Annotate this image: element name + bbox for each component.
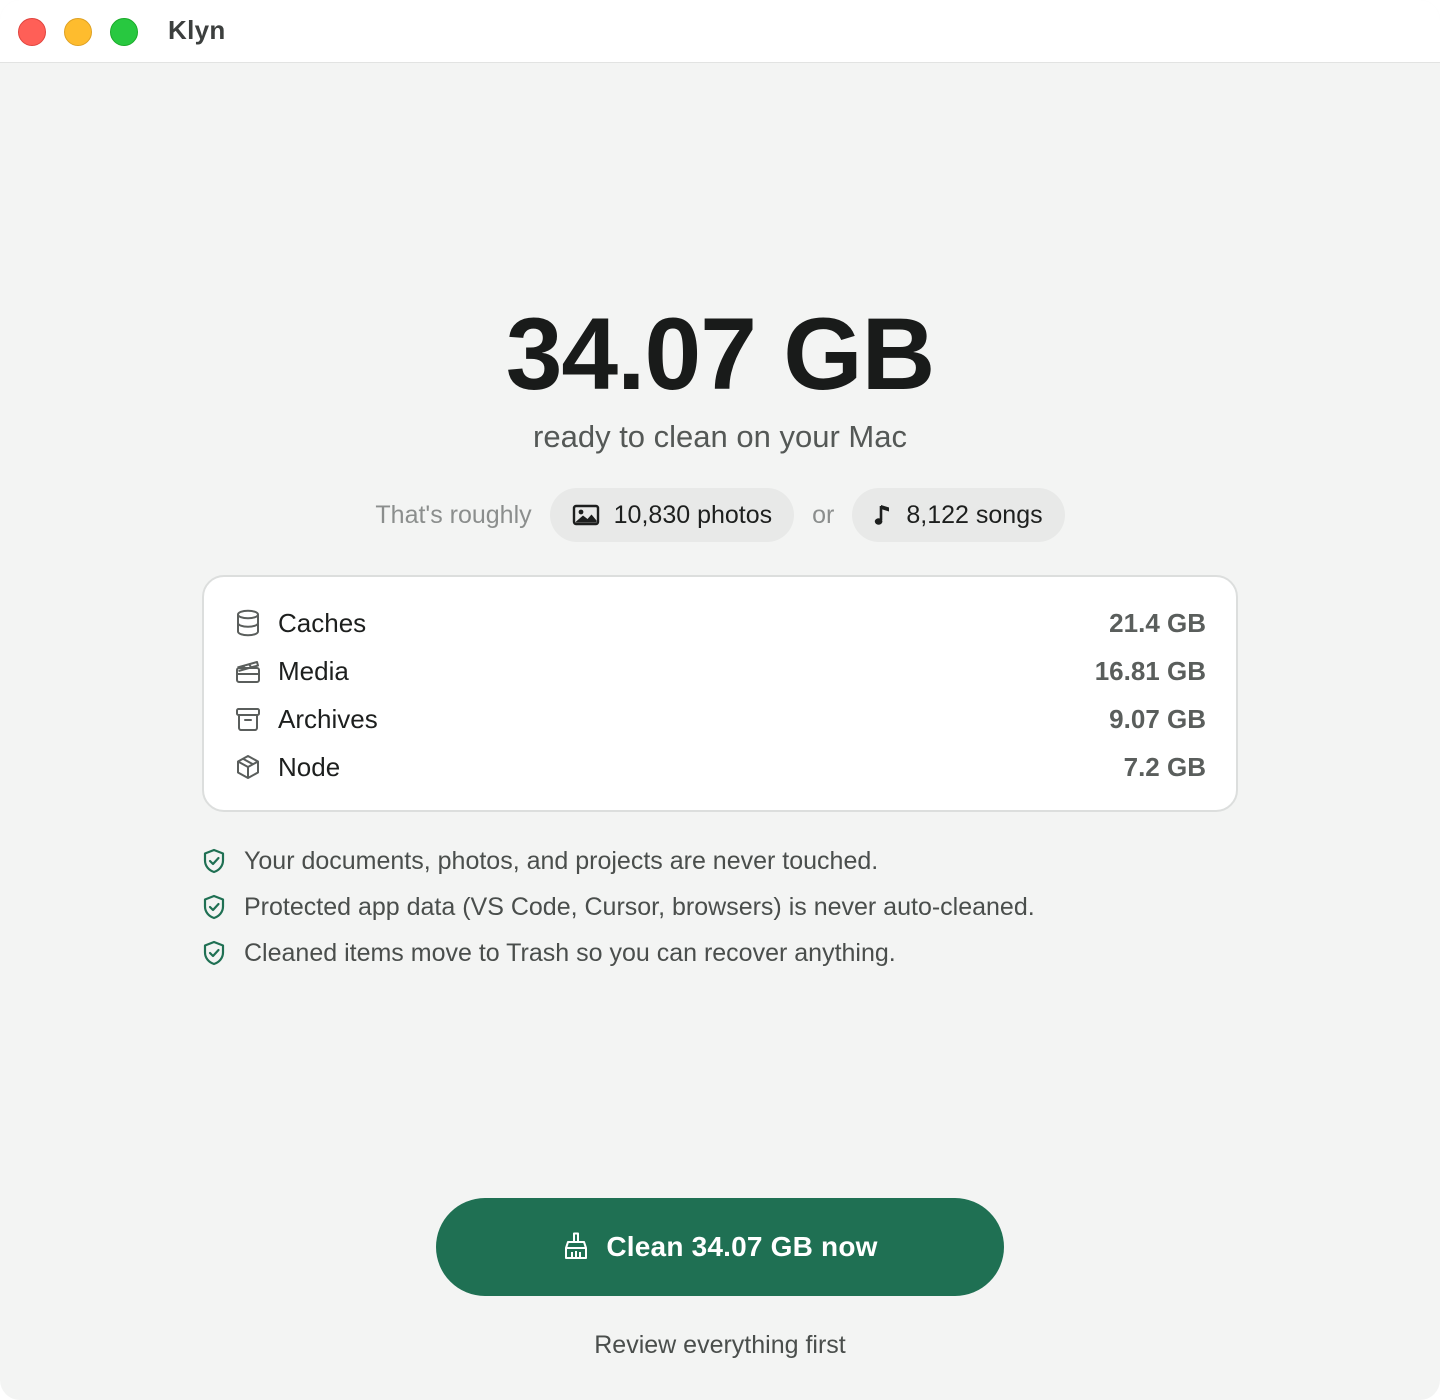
category-size: 16.81 GB — [1094, 655, 1206, 686]
assurance-text: Protected app data (VS Code, Cursor, bro… — [244, 892, 1035, 921]
clean-now-label: Clean 34.07 GB now — [606, 1231, 878, 1262]
songs-equivalent-label: 8,122 songs — [906, 500, 1043, 529]
category-row-caches[interactable]: Caches 21.4 GB — [234, 599, 1206, 647]
clean-now-button[interactable]: Clean 34.07 GB now — [436, 1198, 1004, 1296]
review-first-link[interactable]: Review everything first — [470, 1325, 970, 1365]
database-icon — [234, 609, 262, 637]
category-size: 7.2 GB — [1123, 751, 1206, 782]
category-row-media[interactable]: Media 16.81 GB — [234, 647, 1206, 695]
summary-subtitle: ready to clean on your Mac — [533, 419, 907, 454]
music-note-icon — [874, 502, 892, 528]
category-name: Archives — [278, 703, 378, 734]
comparison-lead: That's roughly — [375, 500, 532, 529]
close-window-button[interactable] — [18, 18, 46, 46]
category-size: 9.07 GB — [1109, 703, 1206, 734]
archive-icon — [234, 705, 262, 733]
assurance-item: Cleaned items move to Trash so you can r… — [200, 930, 1240, 976]
title-bar: Klyn — [0, 0, 1440, 63]
photos-equivalent-label: 10,830 photos — [613, 500, 773, 529]
minimize-window-button[interactable] — [64, 18, 92, 46]
safety-assurances: Your documents, photos, and projects are… — [200, 838, 1240, 976]
broom-icon — [562, 1231, 590, 1264]
clapperboard-icon — [234, 657, 262, 685]
category-name: Caches — [278, 607, 367, 638]
package-icon — [234, 753, 262, 781]
image-icon — [572, 503, 600, 527]
shield-check-icon — [200, 847, 228, 875]
category-row-archives[interactable]: Archives 9.07 GB — [234, 695, 1206, 743]
window-title: Klyn — [168, 15, 226, 45]
assurance-text: Your documents, photos, and projects are… — [244, 846, 879, 875]
shield-check-icon — [200, 893, 228, 921]
category-size: 21.4 GB — [1109, 607, 1206, 638]
category-row-node[interactable]: Node 7.2 GB — [234, 743, 1206, 791]
app-window: Klyn 34.07 GB ready to clean on your Mac… — [0, 0, 1440, 1400]
size-comparison: That's roughly 10,830 photos or 8,122 so… — [0, 488, 1440, 542]
category-name: Media — [278, 655, 349, 686]
photos-equivalent-pill: 10,830 photos — [549, 488, 795, 542]
assurance-text: Cleaned items move to Trash so you can r… — [244, 938, 896, 967]
assurance-item: Your documents, photos, and projects are… — [200, 838, 1240, 884]
comparison-separator: or — [812, 500, 835, 529]
category-breakdown-card: Caches 21.4 GB Media 16.81 GB Archives 9… — [202, 575, 1238, 812]
shield-check-icon — [200, 939, 228, 967]
total-cleanable-size: 34.07 GB — [505, 297, 936, 411]
category-name: Node — [278, 751, 341, 782]
assurance-item: Protected app data (VS Code, Cursor, bro… — [200, 884, 1240, 930]
zoom-window-button[interactable] — [110, 18, 138, 46]
songs-equivalent-pill: 8,122 songs — [852, 488, 1065, 542]
